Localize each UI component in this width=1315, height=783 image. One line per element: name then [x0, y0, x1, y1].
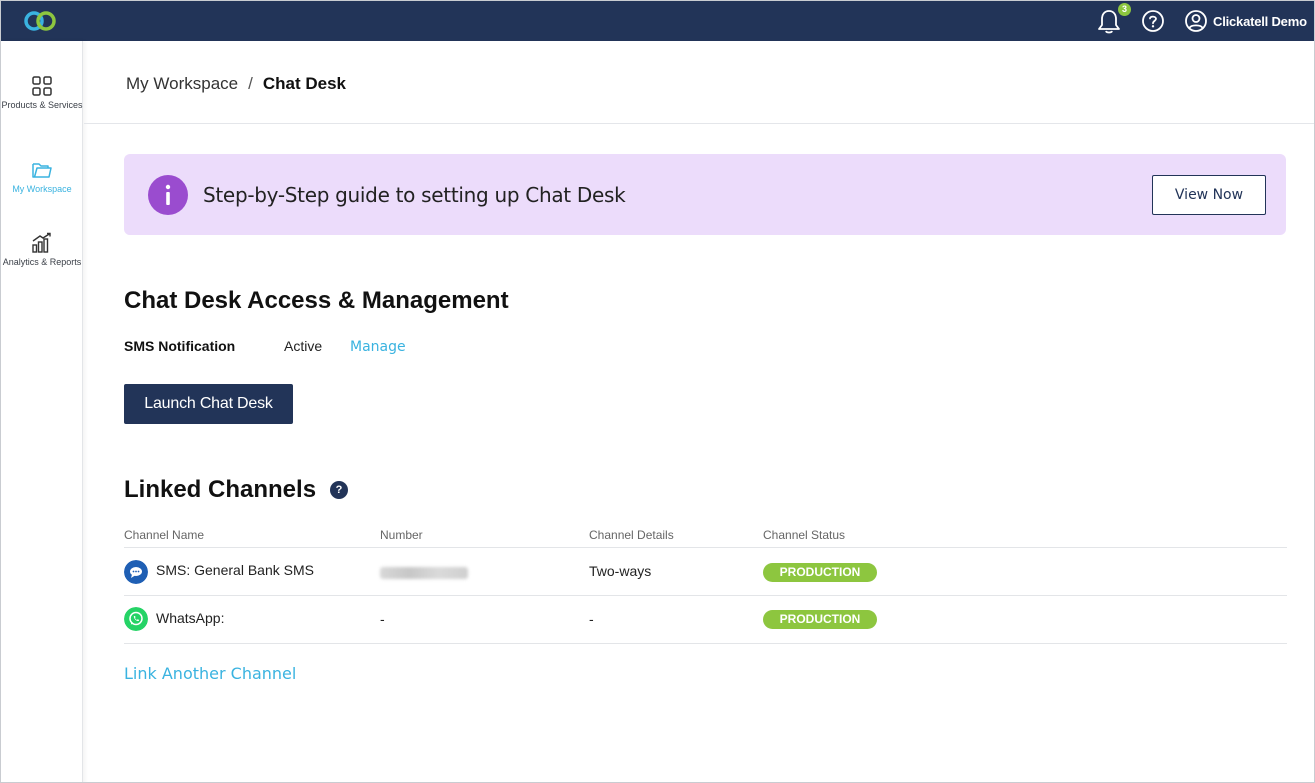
- page-header: My Workspace / Chat Desk: [84, 41, 1314, 124]
- folder-icon: [32, 163, 52, 178]
- manage-link[interactable]: Manage: [350, 339, 406, 355]
- column-header-channel-status: Channel Status: [763, 528, 846, 542]
- sidebar-item-products-services[interactable]: Products & Services: [1, 75, 83, 111]
- info-icon: [148, 175, 188, 215]
- sidebar: Products & Services My Workspace Analyti…: [1, 41, 83, 782]
- channel-number-redacted: [380, 566, 468, 582]
- link-another-channel-link[interactable]: Link Another Channel: [124, 664, 296, 683]
- channels-table: Channel Name Number Channel Details Chan…: [124, 525, 1287, 644]
- sidebar-item-label: Analytics & Reports: [2, 257, 82, 267]
- breadcrumb-root-link[interactable]: My Workspace: [126, 74, 238, 93]
- user-menu[interactable]: Clickatell Demo: [1184, 9, 1307, 33]
- table-row[interactable]: WhatsApp: - - PRODUCTION: [124, 596, 1287, 644]
- sms-notification-label: SMS Notification: [124, 338, 236, 354]
- channel-number: -: [380, 611, 385, 627]
- grid-icon: [32, 76, 52, 96]
- sidebar-item-label: My Workspace: [12, 184, 72, 194]
- bar-chart-icon: [32, 232, 51, 253]
- top-bar: 3 Clickatell Demo: [1, 1, 1314, 41]
- breadcrumb-separator: /: [248, 74, 253, 93]
- sms-chat-icon: [124, 560, 148, 584]
- help-icon[interactable]: [1141, 9, 1165, 33]
- sidebar-item-analytics-reports[interactable]: Analytics & Reports: [1, 232, 83, 268]
- view-now-button[interactable]: View Now: [1152, 175, 1266, 215]
- linked-channels-title: Linked Channels: [124, 476, 317, 503]
- column-header-channel-details: Channel Details: [589, 528, 674, 542]
- sidebar-item-my-workspace[interactable]: My Workspace: [1, 159, 83, 195]
- column-header-number: Number: [380, 528, 423, 542]
- table-header: Channel Name Number Channel Details Chan…: [124, 525, 1287, 548]
- status-badge: PRODUCTION: [763, 610, 877, 629]
- guide-banner: Step-by-Step guide to setting up Chat De…: [124, 154, 1286, 235]
- whatsapp-icon: [124, 607, 148, 631]
- sidebar-item-label: Products & Services: [1, 100, 83, 110]
- breadcrumb-current: Chat Desk: [262, 74, 346, 93]
- user-name: Clickatell Demo: [1213, 13, 1307, 29]
- banner-text: Step-by-Step guide to setting up Chat De…: [203, 183, 626, 207]
- question-icon[interactable]: ?: [330, 481, 348, 499]
- channel-name: SMS: General Bank SMS: [156, 562, 314, 578]
- column-header-channel-name: Channel Name: [124, 528, 205, 542]
- channel-details: Two-ways: [589, 563, 652, 579]
- status-badge: PRODUCTION: [763, 563, 877, 582]
- clickatell-logo-icon[interactable]: [23, 8, 57, 34]
- user-avatar-icon: [1185, 10, 1207, 32]
- access-section-title: Chat Desk Access & Management: [124, 287, 509, 314]
- notification-badge: 3: [1118, 3, 1131, 16]
- sms-notification-status: Active: [284, 338, 323, 354]
- channel-name: WhatsApp:: [156, 610, 225, 626]
- breadcrumb: My Workspace / Chat Desk: [126, 74, 346, 94]
- table-row[interactable]: SMS: General Bank SMS Two-ways PRODUCTIO…: [124, 548, 1287, 596]
- channel-details: -: [589, 611, 594, 627]
- app-window: 3 Clickatell Demo Products & Services My…: [0, 0, 1315, 783]
- launch-chat-desk-button[interactable]: Launch Chat Desk: [124, 384, 293, 424]
